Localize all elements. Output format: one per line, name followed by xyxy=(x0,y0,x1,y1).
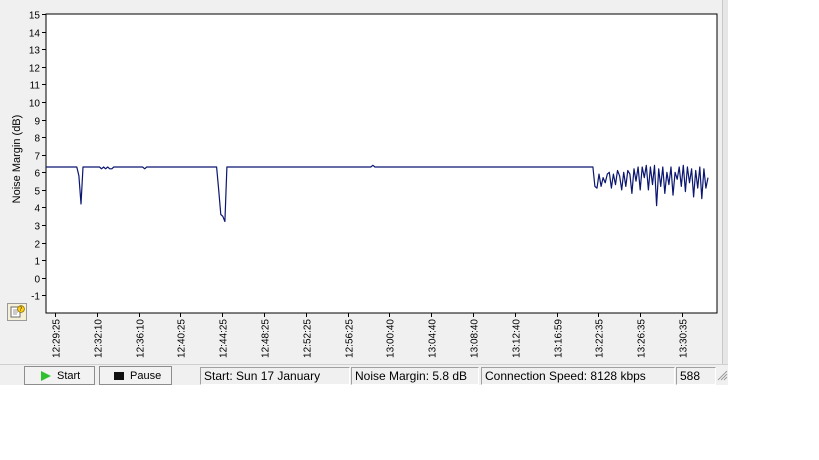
y-tick-label: 1 xyxy=(34,257,40,268)
y-tick-label: 8 xyxy=(34,134,40,145)
pause-button[interactable]: Pause xyxy=(99,366,172,385)
y-tick-label: 12 xyxy=(29,64,41,75)
status-sample-count: 588 xyxy=(676,367,716,385)
y-axis-label: Noise Margin (dB) xyxy=(11,114,23,204)
x-tick-label: 13:04:40 xyxy=(428,319,439,358)
status-connection-speed: Connection Speed: 8128 kbps xyxy=(481,367,675,385)
vertical-scroll-edge[interactable] xyxy=(722,0,728,364)
x-tick-label: 13:16:59 xyxy=(554,319,565,358)
y-tick-label: 15 xyxy=(29,11,41,22)
help-question-icon: ? xyxy=(10,305,25,318)
x-tick-label: 12:36:10 xyxy=(136,319,147,358)
x-tick-label: 13:30:35 xyxy=(679,319,690,358)
pause-button-label: Pause xyxy=(130,369,162,382)
start-button[interactable]: Start xyxy=(24,366,95,385)
y-tick-label: 7 xyxy=(34,152,40,163)
x-tick-label: 12:56:25 xyxy=(345,319,356,358)
status-bar: Start Pause Start: Sun 17 January Noise … xyxy=(0,364,728,385)
x-tick-label: 12:32:10 xyxy=(94,319,105,358)
x-tick-label: 13:22:35 xyxy=(595,319,606,358)
help-button[interactable]: ? xyxy=(7,303,27,321)
y-tick-label: 0 xyxy=(34,275,40,286)
x-tick-label: 13:26:35 xyxy=(637,319,648,358)
svg-text:?: ? xyxy=(19,306,22,313)
plot-area xyxy=(45,13,718,314)
noise-margin-chart: 1514131211109876543210-112:29:25 12:32:10… xyxy=(0,0,724,364)
y-tick-label: 9 xyxy=(34,117,40,128)
x-tick-label: 13:00:40 xyxy=(386,319,397,358)
y-tick-label: 10 xyxy=(29,99,41,110)
y-tick-label: 14 xyxy=(29,29,41,40)
y-tick-label: 6 xyxy=(34,169,40,180)
y-tick-label: -1 xyxy=(31,292,40,303)
x-tick-label: 12:48:25 xyxy=(261,319,272,358)
x-tick-label: 13:12:40 xyxy=(512,319,523,358)
app-window: 15 14 13 12 11 10 9 8 7 6 5 4 3 2 1 0 -1 12:29:25 12:32:10… xyxy=(0,0,728,385)
y-tick-label: 2 xyxy=(34,240,40,251)
x-tick-label: 12:44:25 xyxy=(219,319,230,358)
x-tick-label: 13:08:40 xyxy=(470,319,481,358)
stop-square-icon xyxy=(114,371,124,380)
y-tick-label: 13 xyxy=(29,46,41,57)
y-tick-label: 5 xyxy=(34,187,40,198)
status-start-time: Start: Sun 17 January xyxy=(200,367,350,385)
x-tick-label: 12:52:25 xyxy=(303,319,314,358)
resize-grip-icon[interactable] xyxy=(716,368,728,384)
play-triangle-icon xyxy=(41,370,51,381)
x-tick-label: 12:40:25 xyxy=(177,319,188,358)
y-tick-label: 3 xyxy=(34,222,40,233)
y-tick-label: 11 xyxy=(30,81,41,92)
status-noise-margin: Noise Margin: 5.8 dB xyxy=(351,367,479,385)
start-button-label: Start xyxy=(57,369,81,382)
y-tick-label: 4 xyxy=(34,204,40,215)
x-tick-label: 12:29:25 xyxy=(52,319,63,358)
